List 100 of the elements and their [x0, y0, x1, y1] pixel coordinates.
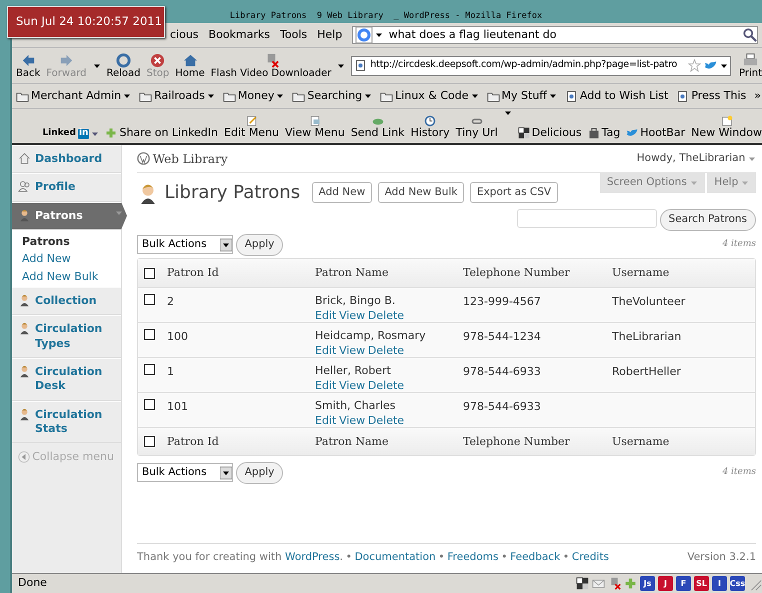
- column-header[interactable]: Username: [612, 265, 755, 282]
- row-action-link[interactable]: Edit: [315, 414, 336, 428]
- title-button[interactable]: Export as CSV: [470, 182, 558, 204]
- row-action-link[interactable]: Edit: [315, 344, 336, 358]
- sidebar-item[interactable]: Collection: [12, 287, 121, 316]
- row-checkbox[interactable]: [144, 294, 155, 306]
- row-action-link[interactable]: View: [339, 414, 366, 428]
- row-action-link[interactable]: View: [339, 378, 366, 393]
- toolbar-button[interactable]: HootBar: [626, 126, 686, 139]
- row-checkbox[interactable]: [144, 329, 155, 340]
- apply-button[interactable]: Apply: [236, 462, 284, 484]
- column-header[interactable]: Patron Name: [315, 434, 463, 450]
- table-cell-text: 100: [167, 329, 189, 346]
- bookmark-item[interactable]: Add to Wish List: [564, 88, 668, 104]
- toolbar-button[interactable]: Share on LinkedIn: [105, 126, 218, 139]
- download-button[interactable]: Flash Video Downloader: [210, 52, 332, 78]
- wordpress-link[interactable]: WordPress: [285, 550, 340, 563]
- addon-icon[interactable]: Js: [640, 576, 655, 591]
- toolbar-button[interactable]: History: [410, 114, 450, 139]
- row-action-link[interactable]: View: [339, 344, 366, 358]
- toolbar-button[interactable]: View Menu: [285, 114, 345, 139]
- submenu-item[interactable]: Patrons: [22, 232, 121, 250]
- page-title: Library Patrons: [164, 181, 300, 205]
- more-bookmarks-chevron[interactable]: »: [754, 88, 762, 104]
- bulk-actions-select[interactable]: Bulk Actions: [137, 235, 233, 254]
- house-icon: [18, 152, 31, 165]
- footer-link[interactable]: Feedback: [510, 550, 560, 566]
- addon-icon[interactable]: J: [658, 576, 673, 591]
- bookmark-item[interactable]: Railroads: [139, 88, 215, 104]
- linkedin-logo[interactable]: Linked in: [42, 129, 100, 139]
- toolbar-button[interactable]: Edit Menu: [224, 114, 280, 139]
- row-action-link[interactable]: Edit: [315, 378, 336, 393]
- bookmark-item[interactable]: Money: [222, 88, 284, 104]
- column-header[interactable]: Patron Name: [315, 265, 463, 282]
- addon-icon[interactable]: SL: [694, 576, 709, 591]
- toolbar-button[interactable]: Tiny Url: [456, 114, 498, 139]
- back-button[interactable]: Back: [16, 52, 40, 78]
- submenu-item[interactable]: Add New Bulk: [22, 268, 121, 286]
- bookmark-item[interactable]: Linux & Code: [380, 88, 479, 104]
- row-action-link[interactable]: Edit: [315, 308, 336, 323]
- caret-icon: [748, 154, 756, 162]
- bookmark-item[interactable]: Searching: [292, 88, 372, 104]
- home-button[interactable]: Home: [175, 52, 205, 78]
- column-header[interactable]: Patron Id: [167, 265, 315, 282]
- apply-button[interactable]: Apply: [236, 234, 284, 256]
- row-checkbox[interactable]: [144, 399, 155, 410]
- table-cell-text: 978-544-6933: [463, 364, 542, 380]
- bulk-actions-select[interactable]: Bulk Actions: [137, 463, 233, 482]
- menu-item[interactable]: Bookmarks: [208, 26, 270, 44]
- title-button[interactable]: Add New: [312, 182, 372, 204]
- submenu-item[interactable]: Add New: [22, 250, 121, 268]
- search-field[interactable]: [516, 209, 657, 228]
- column-header[interactable]: Telephone Number: [463, 434, 612, 450]
- column-header[interactable]: Telephone Number: [463, 265, 612, 282]
- menu-item[interactable]: Tools: [280, 26, 308, 44]
- bookmark-item[interactable]: Press This: [676, 88, 746, 104]
- print-button[interactable]: Print: [738, 52, 762, 78]
- row-checkbox[interactable]: [144, 364, 155, 376]
- select-all-checkbox[interactable]: [144, 268, 155, 279]
- addon-icon[interactable]: F: [676, 576, 691, 591]
- search-field[interactable]: what does a flag lieutenant do: [352, 26, 758, 44]
- separator-dot: •: [501, 550, 508, 565]
- menu-item[interactable]: Help: [317, 26, 342, 44]
- column-header[interactable]: Patron Id: [167, 434, 315, 450]
- separator-dot: •: [346, 550, 352, 565]
- page-icon: [354, 59, 368, 72]
- separator-dot: •: [438, 550, 445, 565]
- addon-icon[interactable]: Css: [730, 576, 745, 591]
- site-name[interactable]: Web Library: [152, 150, 228, 168]
- bookmark-item[interactable]: Merchant Admin: [16, 88, 132, 104]
- title-button[interactable]: Add New Bulk: [378, 182, 464, 204]
- select-all-checkbox[interactable]: [144, 436, 155, 448]
- stop-icon: [150, 52, 166, 68]
- caret-icon: [91, 130, 100, 138]
- addon-icon[interactable]: I: [712, 576, 727, 591]
- footer-link[interactable]: Credits: [572, 550, 609, 566]
- footer-link[interactable]: Documentation: [354, 550, 436, 566]
- row-action-link[interactable]: Delete: [368, 344, 404, 358]
- sidebar-item[interactable]: Patrons: [12, 202, 127, 230]
- toolbar-button[interactable]: Send Link: [350, 114, 405, 139]
- bookmark-item[interactable]: My Stuff: [486, 88, 557, 104]
- sidebar-item[interactable]: Circulation Stats: [12, 400, 121, 444]
- sidebar-item[interactable]: Circulation Types: [12, 315, 121, 358]
- sidebar-item[interactable]: Dashboard: [12, 145, 121, 174]
- toolbar-button[interactable]: Tag: [588, 126, 620, 139]
- footer-link[interactable]: Freedoms: [447, 550, 498, 566]
- address-bar[interactable]: http://circdesk.deepsoft.com/wp-admin/admin.php?page=list-patro: [351, 56, 731, 76]
- user-greeting[interactable]: Howdy, TheLibrarian: [636, 150, 756, 166]
- column-header[interactable]: Username: [612, 434, 755, 450]
- forward-arrow-icon: [58, 52, 74, 68]
- search-patrons-button[interactable]: Search Patrons: [660, 209, 756, 231]
- row-action-link[interactable]: Delete: [368, 308, 404, 323]
- menu-item[interactable]: cious: [170, 26, 199, 44]
- sidebar-item[interactable]: Circulation Desk: [12, 358, 121, 401]
- row-action-link[interactable]: Delete: [368, 414, 404, 428]
- toolbar-button[interactable]: New Window: [691, 114, 762, 139]
- row-action-link[interactable]: View: [339, 308, 366, 323]
- toolbar-button[interactable]: Delicious: [518, 126, 582, 139]
- row-action-link[interactable]: Delete: [368, 378, 404, 393]
- reload-button[interactable]: Reload: [106, 52, 141, 78]
